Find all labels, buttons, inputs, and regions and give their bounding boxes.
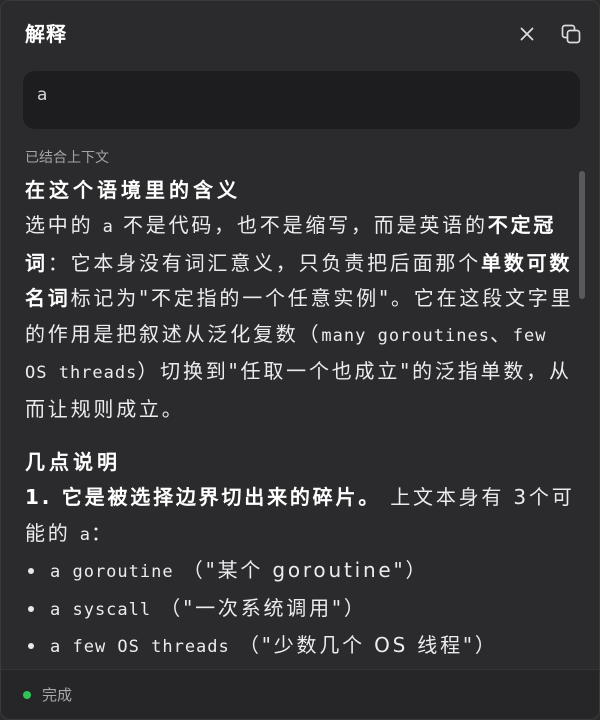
explain-panel: 解释 a 已结合上下文 在这个语境里的含义 选中的 a 不是代码，也不是缩写，而… xyxy=(0,0,600,720)
list-item: a syscall （"一次系统调用"） xyxy=(25,591,575,629)
panel-header: 解释 xyxy=(1,1,599,63)
list-item: a few OS threads （"少数几个 OS 线程"） xyxy=(25,628,575,666)
query-text: a xyxy=(37,85,48,105)
bold-term: 1. 它是被选择边界切出来的碎片。 xyxy=(25,485,382,509)
example-list: a goroutine （"某个 goroutine"） a syscall （… xyxy=(25,553,575,666)
text-run: 、 xyxy=(489,321,513,346)
text-run: ： xyxy=(91,520,114,545)
panel-title: 解释 xyxy=(25,22,67,46)
explanation-content[interactable]: 在这个语境里的含义 选中的 a 不是代码，也不是缩写，而是英语的不定冠词：它本身… xyxy=(25,173,575,667)
copy-button[interactable] xyxy=(558,21,584,47)
inline-code: a syscall xyxy=(50,599,152,620)
close-icon xyxy=(520,27,534,41)
note-item-1: 1. 它是被选择边界切出来的碎片。 上文本身有 3个可能的 a： xyxy=(25,480,575,553)
status-bar: 完成 xyxy=(1,669,599,719)
query-field[interactable]: a xyxy=(23,71,580,129)
context-note: 已结合上下文 xyxy=(25,150,109,166)
text-run: （"少数几个 OS 线程"） xyxy=(238,633,498,657)
inline-code: a xyxy=(79,524,92,545)
meaning-paragraph: 选中的 a 不是代码，也不是缩写，而是英语的不定冠词：它本身没有词汇意义，只负责… xyxy=(25,208,575,427)
status-indicator-icon xyxy=(23,691,31,699)
text-run: 选中的 xyxy=(25,213,103,237)
inline-code: a few OS threads xyxy=(50,637,230,657)
text-run: 不是代码，也不是缩写，而是英语的 xyxy=(113,213,488,237)
section-heading-notes: 几点说明 xyxy=(25,450,121,474)
close-button[interactable] xyxy=(514,21,540,47)
copy-icon xyxy=(561,24,581,44)
content-scrollbar[interactable] xyxy=(579,171,585,299)
inline-code: a goroutine xyxy=(50,562,174,582)
inline-code: a xyxy=(102,217,114,237)
inline-code: many goroutines xyxy=(321,325,490,346)
text-run: ：它本身没有词汇意义，只负责把后面那个 xyxy=(47,250,482,275)
list-item: a goroutine （"某个 goroutine"） xyxy=(25,553,575,591)
text-run: （"一次系统调用"） xyxy=(160,595,367,620)
text-run: （"某个 goroutine"） xyxy=(182,558,429,582)
status-text: 完成 xyxy=(42,686,73,704)
section-heading-meaning: 在这个语境里的含义 xyxy=(25,178,241,202)
